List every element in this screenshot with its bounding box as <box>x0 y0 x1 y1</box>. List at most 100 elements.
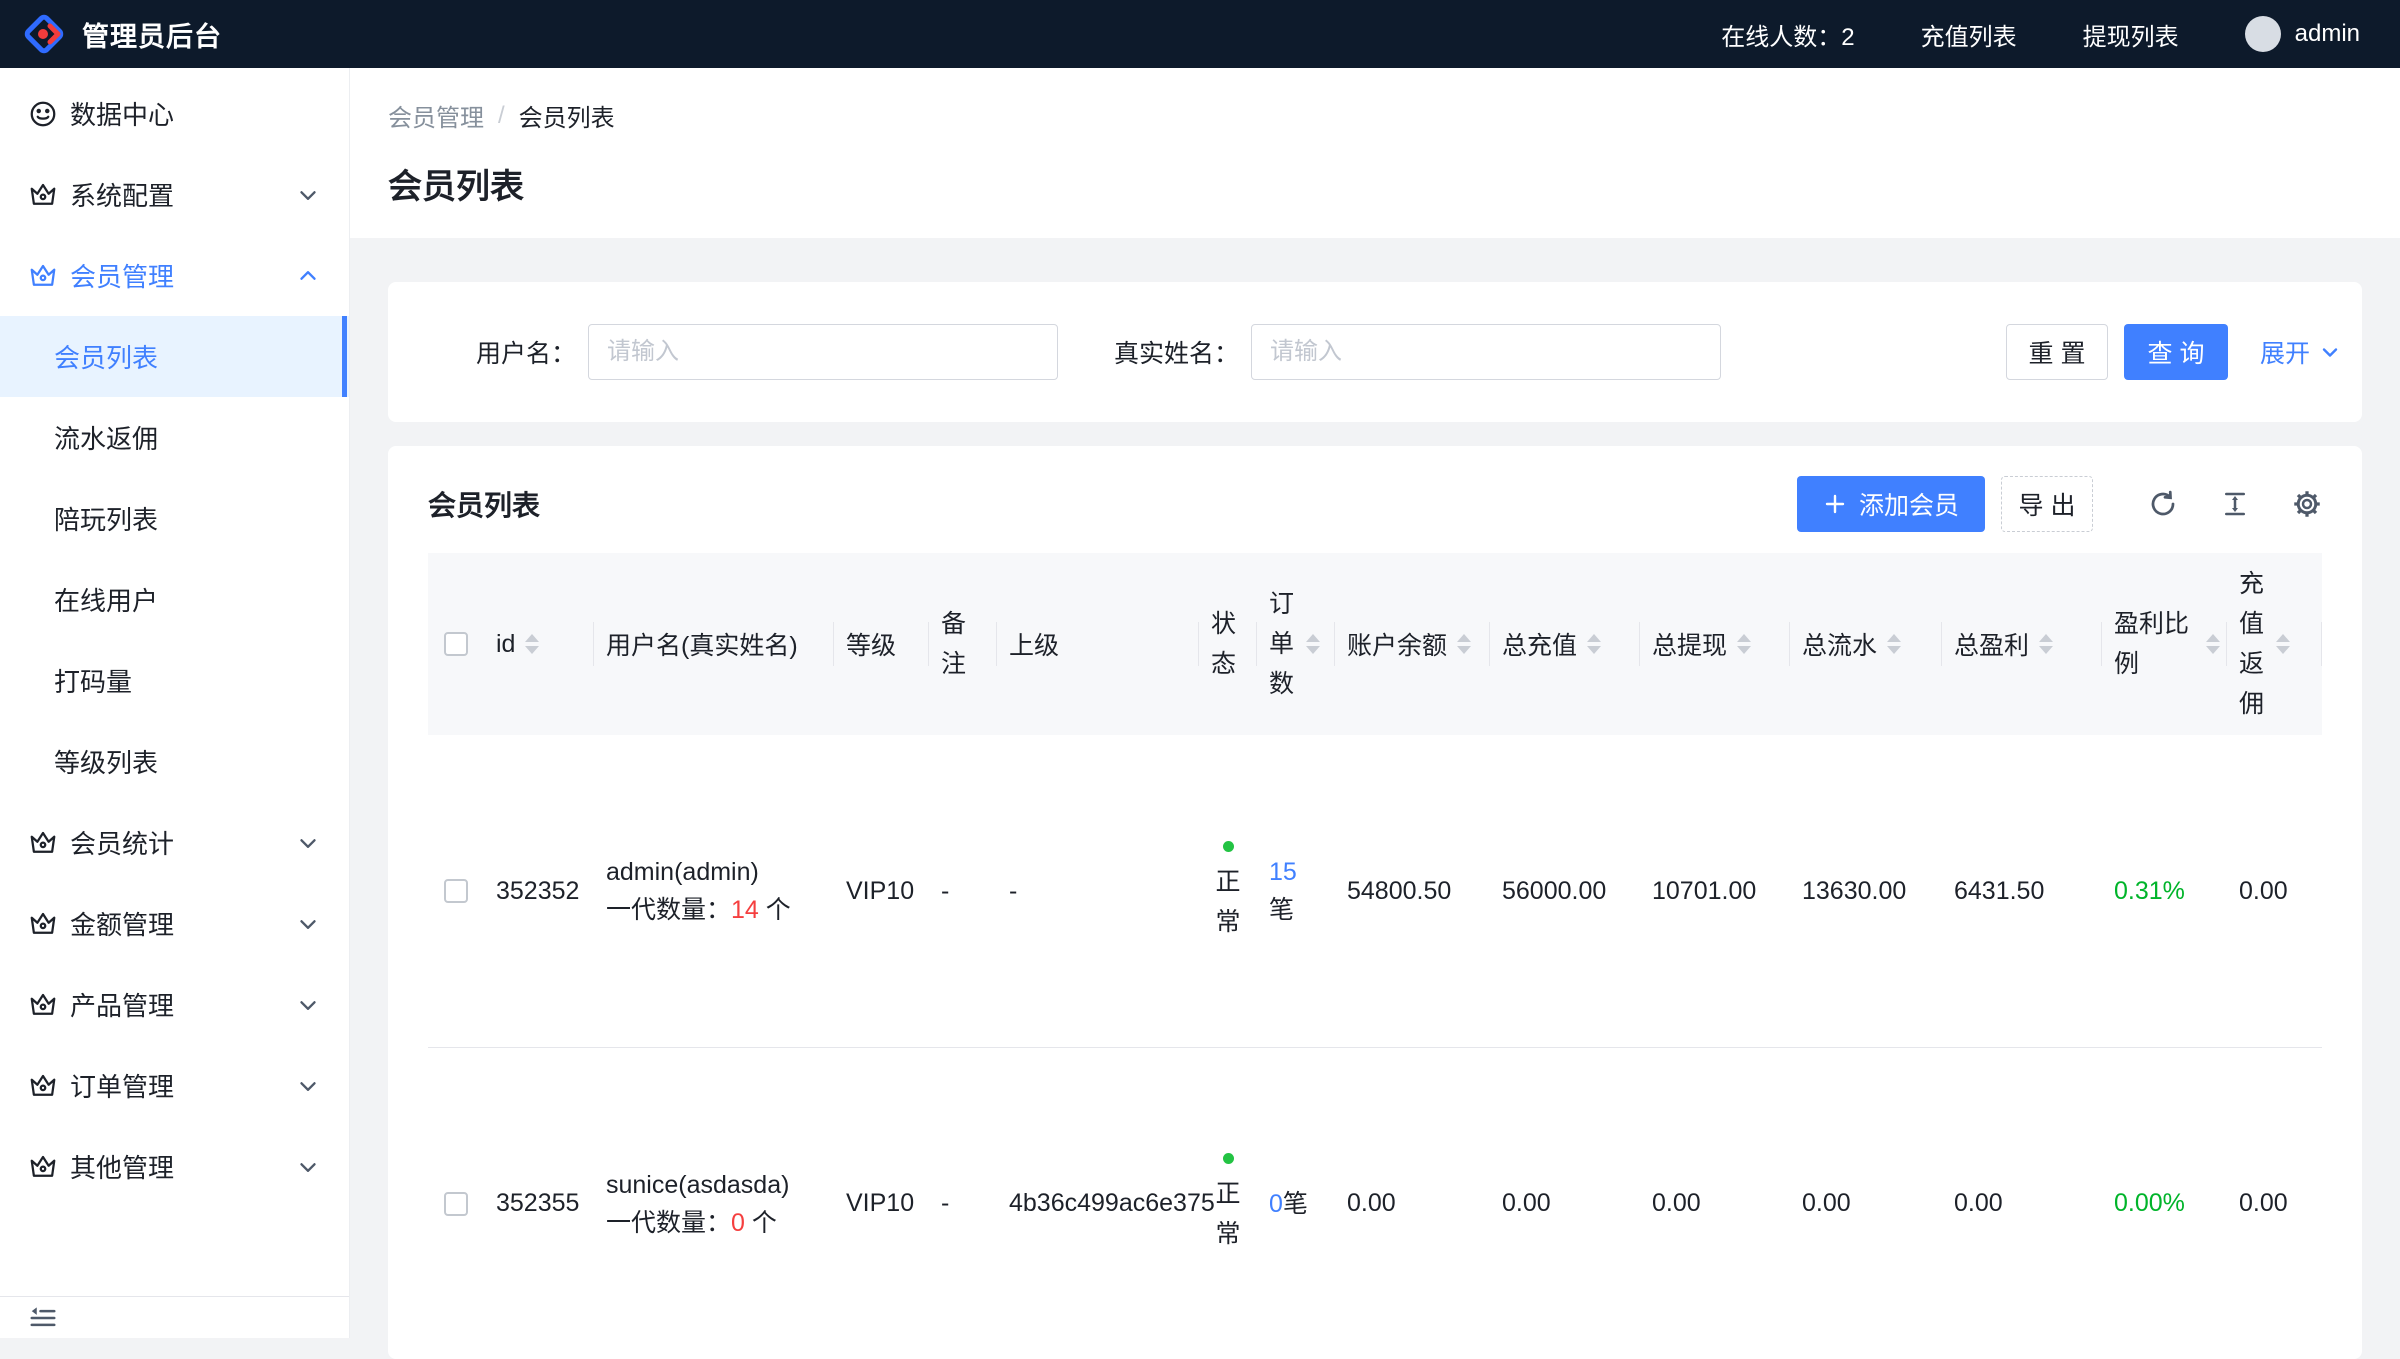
col-total-profit[interactable]: 总盈利 <box>1942 553 2102 735</box>
cell-remark: - <box>929 1048 997 1359</box>
sidebar: 数据中心 系统配置 会员管理 会员列表 流水返佣 陪玩列表 在线用户 <box>0 68 350 1338</box>
cell-status: 正常 <box>1199 735 1257 1047</box>
export-button[interactable]: 导 出 <box>2001 476 2093 532</box>
collapse-menu-icon[interactable] <box>28 1303 58 1333</box>
orders-count-link[interactable]: 0 <box>1269 1190 1283 1218</box>
recharge-list-link[interactable]: 充值列表 <box>1921 17 2017 52</box>
col-total-flow[interactable]: 总流水 <box>1790 553 1942 735</box>
col-profit-ratio[interactable]: 盈利比例 <box>2102 553 2227 735</box>
username-input[interactable] <box>588 324 1058 380</box>
smile-icon <box>28 99 58 129</box>
crown-icon <box>28 828 58 858</box>
row-checkbox[interactable] <box>444 879 468 903</box>
sidebar-item-member-stats[interactable]: 会员统计 <box>0 802 349 883</box>
sidebar-subitem-code-volume[interactable]: 打码量 <box>0 640 349 721</box>
sort-icon[interactable] <box>1457 634 1471 654</box>
row-height-icon[interactable] <box>2220 489 2250 519</box>
sidebar-subitem-online-users[interactable]: 在线用户 <box>0 559 349 640</box>
sidebar-subitem-member-list[interactable]: 会员列表 <box>0 316 349 397</box>
sort-icon[interactable] <box>2206 634 2220 654</box>
page-head: 会员管理 / 会员列表 会员列表 <box>350 68 2400 238</box>
breadcrumb-current: 会员列表 <box>519 98 615 133</box>
cell-id: 352355 <box>484 1048 594 1359</box>
user-menu[interactable]: admin <box>2245 16 2360 52</box>
sidebar-item-amount-management[interactable]: 金额管理 <box>0 883 349 964</box>
crown-icon <box>28 909 58 939</box>
chevron-down-icon <box>295 992 321 1018</box>
cell-balance: 0.00 <box>1335 1048 1490 1359</box>
col-status: 状态 <box>1199 553 1257 735</box>
crown-icon <box>28 180 58 210</box>
crown-icon <box>28 990 58 1020</box>
sort-icon[interactable] <box>525 634 539 654</box>
chevron-down-icon <box>295 830 321 856</box>
sidebar-subitem-companion-list[interactable]: 陪玩列表 <box>0 478 349 559</box>
settings-gear-icon[interactable] <box>2292 489 2322 519</box>
sort-icon[interactable] <box>2039 634 2053 654</box>
sort-icon[interactable] <box>1306 634 1320 654</box>
chevron-down-icon <box>295 182 321 208</box>
sort-icon[interactable] <box>1887 634 1901 654</box>
orders-count-link[interactable]: 15 <box>1269 858 1297 886</box>
cell-total-withdraw: 0.00 <box>1640 1048 1790 1359</box>
sidebar-item-member-management[interactable]: 会员管理 <box>0 235 349 316</box>
sort-icon[interactable] <box>2276 634 2290 654</box>
sidebar-item-data-center[interactable]: 数据中心 <box>0 73 349 154</box>
sidebar-item-system-config[interactable]: 系统配置 <box>0 154 349 235</box>
sort-icon[interactable] <box>1737 634 1751 654</box>
cell-recharge-rebate: 0.00 <box>2227 1048 2322 1359</box>
app-title: 管理员后台 <box>82 15 222 54</box>
table-title: 会员列表 <box>428 484 540 524</box>
table-row: 352352 admin(admin) 一代数量：14 个 VIP10 - - … <box>428 735 2322 1047</box>
cell-total-profit: 6431.50 <box>1942 735 2102 1047</box>
row-checkbox[interactable] <box>444 1192 468 1216</box>
withdraw-list-link[interactable]: 提现列表 <box>2083 17 2179 52</box>
table-row: 352355 sunice(asdasda) 一代数量：0 个 VIP10 - … <box>428 1047 2322 1359</box>
cell-parent: - <box>997 735 1199 1047</box>
cell-username: admin(admin) 一代数量：14 个 <box>594 735 834 1047</box>
chevron-down-icon <box>2318 340 2342 364</box>
top-header: 管理员后台 在线人数：2 充值列表 提现列表 admin <box>0 0 2400 68</box>
add-member-button[interactable]: 添加会员 <box>1797 476 1985 532</box>
reset-button[interactable]: 重 置 <box>2006 324 2108 380</box>
cell-total-withdraw: 10701.00 <box>1640 735 1790 1047</box>
sidebar-item-product-management[interactable]: 产品管理 <box>0 964 349 1045</box>
sidebar-item-order-management[interactable]: 订单管理 <box>0 1045 349 1126</box>
expand-link[interactable]: 展开 <box>2260 334 2342 370</box>
realname-label: 真实姓名： <box>1114 334 1239 370</box>
sort-icon[interactable] <box>1587 634 1601 654</box>
page-title: 会员列表 <box>388 159 2362 208</box>
sidebar-item-other-management[interactable]: 其他管理 <box>0 1126 349 1207</box>
col-total-recharge[interactable]: 总充值 <box>1490 553 1640 735</box>
sidebar-subitem-flow-rebate[interactable]: 流水返佣 <box>0 397 349 478</box>
status-dot <box>1223 841 1234 852</box>
member-list-card: 会员列表 添加会员 导 出 <box>388 446 2362 1359</box>
breadcrumb-parent[interactable]: 会员管理 <box>388 98 484 133</box>
filter-card: 用户名： 真实姓名： 重 置 查 询 展开 <box>388 282 2362 422</box>
col-total-withdraw[interactable]: 总提现 <box>1640 553 1790 735</box>
chevron-down-icon <box>295 1154 321 1180</box>
cell-username: sunice(asdasda) 一代数量：0 个 <box>594 1048 834 1359</box>
col-orders[interactable]: 订单数 <box>1257 553 1335 735</box>
username-label: 用户名： <box>476 334 576 370</box>
cell-orders: 15笔 <box>1257 735 1335 1047</box>
cell-level: VIP10 <box>834 1048 929 1359</box>
member-table: id 用户名(真实姓名) 等级 备注 上级 状态 订单数 账户余额 <box>428 553 2322 1359</box>
sidebar-subitem-level-list[interactable]: 等级列表 <box>0 721 349 802</box>
col-recharge-rebate[interactable]: 充值返佣 <box>2227 553 2322 735</box>
avatar[interactable] <box>2245 16 2281 52</box>
col-id[interactable]: id <box>484 553 594 735</box>
query-button[interactable]: 查 询 <box>2124 324 2228 380</box>
realname-input[interactable] <box>1251 324 1721 380</box>
crown-icon <box>28 1071 58 1101</box>
cell-id: 352352 <box>484 735 594 1047</box>
online-count: 在线人数：2 <box>1721 17 1854 52</box>
col-remark: 备注 <box>929 553 997 735</box>
col-username: 用户名(真实姓名) <box>594 553 834 735</box>
refresh-icon[interactable] <box>2148 489 2178 519</box>
breadcrumb-separator: / <box>498 102 505 130</box>
select-all-checkbox[interactable] <box>444 632 468 656</box>
sidebar-footer <box>0 1296 349 1338</box>
col-balance[interactable]: 账户余额 <box>1335 553 1490 735</box>
table-header-row: id 用户名(真实姓名) 等级 备注 上级 状态 订单数 账户余额 <box>428 553 2322 735</box>
